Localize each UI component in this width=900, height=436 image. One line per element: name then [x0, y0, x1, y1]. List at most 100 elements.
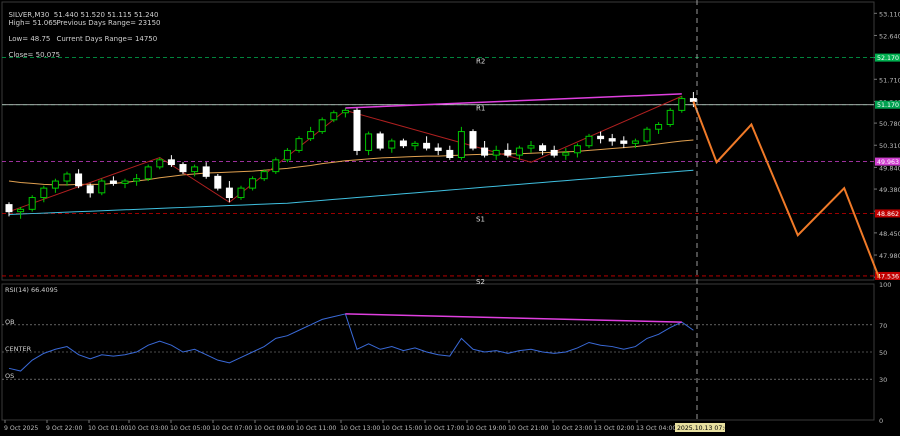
candle-body	[98, 180, 106, 194]
candle-body	[481, 147, 489, 156]
price-badge-label: 47.536	[877, 273, 899, 280]
candle-body	[283, 149, 291, 161]
rsi-tick-label: 30	[879, 376, 887, 384]
candle-body	[492, 149, 500, 156]
candle-body	[376, 133, 384, 149]
price-tick-label: 50.310	[879, 142, 900, 150]
rsi-tick-label: 100	[879, 281, 891, 289]
candle-body	[678, 98, 686, 111]
price-tick-label: 52.640	[879, 32, 900, 40]
price-tick-label: 47.980	[879, 252, 900, 260]
rsi-tick-label: 70	[879, 322, 887, 330]
candle-body	[63, 173, 71, 182]
candle-body	[156, 159, 164, 168]
candle-body	[51, 180, 59, 189]
level-label-r1: R1	[476, 105, 485, 113]
candle-body	[249, 178, 257, 189]
candle-body	[133, 178, 141, 182]
low-value: Low= 48.75	[8, 35, 51, 43]
candle-body	[225, 187, 233, 199]
candle-body	[17, 208, 25, 213]
rsi-tick-label: 0	[879, 417, 883, 425]
candle-body	[167, 159, 175, 166]
price-badge-label: 48.862	[877, 211, 899, 218]
rsi-level-label: CENTER	[5, 345, 32, 353]
candle-body	[504, 149, 512, 156]
candle-body	[191, 166, 199, 173]
candle-body	[318, 119, 326, 133]
rsi-divergence-line	[345, 313, 682, 323]
candle-body	[550, 149, 558, 156]
candle-body	[28, 197, 36, 210]
candle-body	[295, 138, 303, 151]
candle-body	[469, 131, 477, 149]
rsi-title: RSI(14) 66.4095	[5, 286, 58, 294]
curr-range-value: Current Days Range= 14750	[56, 35, 158, 43]
candle-body	[631, 140, 639, 144]
candle-body	[423, 142, 431, 149]
time-tick-label: 9 Oct 22:00	[46, 425, 82, 432]
candle-body	[597, 135, 605, 140]
ohlc-info: High= 51.065Previous Days Range= 23150 L…	[4, 11, 161, 59]
candle-body	[341, 109, 349, 114]
candle-body	[353, 109, 361, 151]
time-tick-label: 9 Oct 2025	[4, 425, 38, 432]
candle-body	[202, 166, 210, 177]
candle-body	[562, 152, 570, 156]
candle-body	[446, 149, 454, 158]
price-badge-label: 49.963	[877, 159, 899, 166]
slow-moving-average	[8, 169, 694, 216]
candle-body	[214, 175, 222, 189]
level-label-s1: S1	[476, 215, 485, 223]
level-label-r2: R2	[476, 58, 485, 66]
candle-body	[330, 112, 338, 121]
candle-body	[515, 147, 523, 156]
time-tick-label: 13 Oct 04:00	[636, 425, 676, 432]
price-badge-label: 51.170	[877, 102, 899, 109]
prev-range-value: Previous Days Range= 23150	[56, 19, 161, 27]
time-cursor-label: 2025.10.13 07:00	[677, 425, 732, 432]
candle-body	[655, 124, 663, 130]
time-tick-label: 10 Oct 19:00	[466, 425, 506, 432]
rsi-tick-label: 50	[879, 349, 887, 357]
time-tick-label: 10 Oct 07:00	[212, 425, 252, 432]
candle-body	[86, 185, 94, 194]
candle-body	[643, 128, 651, 142]
chart-canvas: 53.11052.64052.17051.71051.24050.78050.3…	[1, 0, 900, 432]
candle-body	[109, 180, 117, 184]
candle-body	[5, 204, 13, 213]
time-tick-label: 10 Oct 03:00	[128, 425, 168, 432]
price-tick-label: 49.380	[879, 186, 900, 194]
candle-body	[388, 140, 396, 149]
price-tick-label: 48.450	[879, 230, 900, 238]
rsi-line	[8, 313, 694, 372]
candle-body	[434, 147, 442, 151]
candle-body	[179, 164, 187, 173]
high-value: High= 51.065	[8, 19, 58, 27]
price-tick-label: 50.780	[879, 120, 900, 128]
candle-body	[121, 180, 129, 184]
candle-body	[40, 187, 48, 199]
candle-body	[527, 145, 535, 149]
candle-body	[260, 171, 268, 180]
candle-body	[411, 142, 419, 147]
candle-body	[307, 131, 315, 140]
close-value: Close= 50.075	[8, 51, 61, 59]
candle-body	[666, 109, 674, 126]
time-tick-label: 10 Oct 15:00	[382, 425, 422, 432]
candle-body	[585, 135, 593, 147]
rsi-level-label: OB	[5, 318, 15, 326]
time-tick-label: 10 Oct 01:00	[88, 425, 128, 432]
candle-body	[365, 133, 373, 151]
price-tick-label: 51.710	[879, 76, 900, 84]
time-tick-label: 10 Oct 05:00	[170, 425, 210, 432]
price-tick-label: 53.110	[879, 10, 900, 18]
rsi-level-label: OS	[5, 372, 14, 380]
candle-body	[237, 187, 245, 199]
time-tick-label: 10 Oct 23:00	[552, 425, 592, 432]
candle-body	[457, 131, 465, 158]
candle-body	[608, 138, 616, 142]
time-tick-label: 10 Oct 13:00	[340, 425, 380, 432]
candle-body	[620, 140, 628, 144]
price-badge-label: 52.170	[877, 55, 899, 62]
